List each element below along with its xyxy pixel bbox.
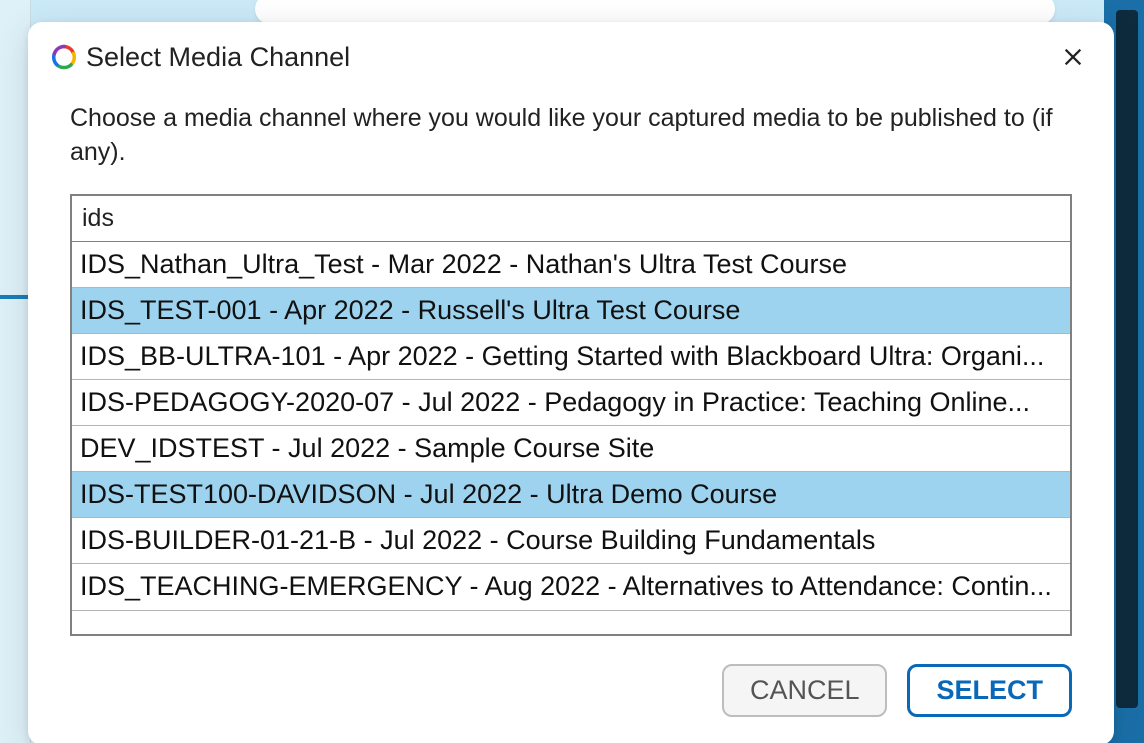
dialog-header: Select Media Channel bbox=[28, 22, 1114, 82]
select-media-channel-dialog: Select Media Channel Choose a media chan… bbox=[28, 22, 1114, 743]
dialog-instruction: Choose a media channel where you would l… bbox=[70, 102, 1072, 170]
channel-list-item[interactable]: IDS-PEDAGOGY-2020-07 - Jul 2022 - Pedago… bbox=[72, 380, 1070, 426]
channel-list-item[interactable]: IDS_TEACHING-EMERGENCY - Aug 2022 - Alte… bbox=[72, 564, 1070, 610]
dialog-footer: CANCEL SELECT bbox=[28, 646, 1114, 743]
dialog-body: Choose a media channel where you would l… bbox=[28, 82, 1114, 646]
app-logo-icon bbox=[50, 43, 78, 71]
background-search-pill bbox=[255, 0, 1055, 24]
background-left-strip bbox=[0, 0, 31, 743]
close-button[interactable] bbox=[1056, 40, 1090, 74]
background-sidebar-indicator bbox=[0, 295, 30, 299]
search-and-list-container: IDS_Nathan_Ultra_Test - Mar 2022 - Natha… bbox=[70, 194, 1072, 636]
channel-list-item[interactable]: IDS-TEST100-DAVIDSON - Jul 2022 - Ultra … bbox=[72, 472, 1070, 518]
channel-list-item[interactable]: IDS-BUILDER-01-21-B - Jul 2022 - Course … bbox=[72, 518, 1070, 564]
channel-list-item[interactable]: IDS_TEST-001 - Apr 2022 - Russell's Ultr… bbox=[72, 288, 1070, 334]
select-button[interactable]: SELECT bbox=[907, 664, 1072, 717]
channel-list-item[interactable]: DEV_IDSTEST - Jul 2022 - Sample Course S… bbox=[72, 426, 1070, 472]
cancel-button[interactable]: CANCEL bbox=[722, 664, 888, 717]
channel-list-item[interactable]: IDS_BB-ULTRA-101 - Apr 2022 - Getting St… bbox=[72, 334, 1070, 380]
close-icon bbox=[1062, 46, 1084, 68]
dialog-title: Select Media Channel bbox=[86, 42, 1056, 73]
channel-list[interactable]: IDS_Nathan_Ultra_Test - Mar 2022 - Natha… bbox=[72, 241, 1070, 634]
channel-search-input[interactable] bbox=[72, 196, 1070, 241]
channel-list-item[interactable]: IDS_Nathan_Ultra_Test - Mar 2022 - Natha… bbox=[72, 242, 1070, 288]
